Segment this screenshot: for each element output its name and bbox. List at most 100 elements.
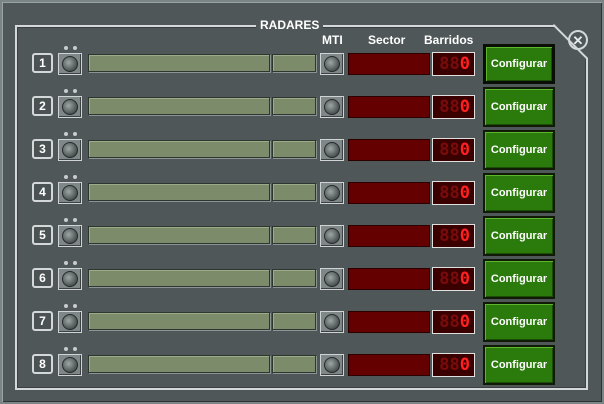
sector-display [348, 53, 430, 75]
mti-toggle-button[interactable] [320, 311, 344, 333]
status-leds [64, 347, 80, 351]
status-led [73, 218, 77, 222]
knob-icon [62, 271, 78, 287]
knob-icon [62, 314, 78, 330]
sector-display [348, 96, 430, 118]
radar-number: 3 [32, 139, 53, 159]
radar-toggle-button[interactable] [58, 268, 82, 290]
sweeps-display: 88 0 [432, 181, 475, 205]
mti-toggle-button[interactable] [320, 354, 344, 376]
radar-toggle-button[interactable] [58, 225, 82, 247]
configure-button[interactable]: Configurar [483, 44, 555, 84]
radar-status-bar [88, 140, 270, 158]
status-leds [64, 132, 80, 136]
sweeps-value: 0 [459, 54, 470, 74]
radar-toggle-button[interactable] [58, 96, 82, 118]
mti-toggle-button[interactable] [320, 96, 344, 118]
sweeps-display: 88 0 [432, 138, 475, 162]
status-led [73, 132, 77, 136]
radar-status-bar [88, 54, 270, 72]
sector-display [348, 139, 430, 161]
radar-row: 3 88 0 Configurar [2, 130, 604, 175]
radar-toggle-button[interactable] [58, 139, 82, 161]
status-led [73, 261, 77, 265]
column-header-mti: MTI [322, 33, 343, 47]
radar-toggle-button[interactable] [58, 354, 82, 376]
radar-row: 6 88 0 Configurar [2, 259, 604, 304]
knob-icon [324, 271, 340, 287]
radar-number: 4 [32, 182, 53, 202]
status-led [73, 304, 77, 308]
knob-icon [62, 228, 78, 244]
knob-icon [62, 185, 78, 201]
sweeps-ghost-digits: 88 [439, 54, 460, 74]
status-led [64, 132, 68, 136]
status-led [64, 347, 68, 351]
sweeps-display: 88 0 [432, 224, 475, 248]
column-header-sector: Sector [368, 33, 406, 47]
status-led [64, 175, 68, 179]
sweeps-value: 0 [459, 183, 470, 203]
radar-toggle-button[interactable] [58, 182, 82, 204]
knob-icon [324, 314, 340, 330]
sweeps-value: 0 [459, 140, 470, 160]
radar-number: 6 [32, 268, 53, 288]
status-leds [64, 175, 80, 179]
sweeps-ghost-digits: 88 [439, 97, 460, 117]
knob-icon [62, 56, 78, 72]
sweeps-ghost-digits: 88 [439, 312, 460, 332]
radar-status-bar-small [272, 140, 316, 158]
radar-status-bar-small [272, 183, 316, 201]
radar-toggle-button[interactable] [58, 311, 82, 333]
knob-icon [324, 56, 340, 72]
mti-toggle-button[interactable] [320, 182, 344, 204]
radar-toggle-button[interactable] [58, 53, 82, 75]
column-header-sweeps: Barridos [424, 33, 474, 47]
mti-toggle-button[interactable] [320, 139, 344, 161]
status-led [64, 304, 68, 308]
status-leds [64, 218, 80, 222]
radar-row: 2 88 0 Configurar [2, 87, 604, 132]
radar-status-bar [88, 226, 270, 244]
status-led [64, 261, 68, 265]
sector-display [348, 354, 430, 376]
radar-status-bar-small [272, 226, 316, 244]
radar-row: 5 88 0 Configurar [2, 216, 604, 261]
configure-button[interactable]: Configurar [483, 87, 555, 127]
radar-row: 8 88 0 Configurar [2, 345, 604, 390]
sector-display [348, 182, 430, 204]
status-led [73, 89, 77, 93]
mti-toggle-button[interactable] [320, 268, 344, 290]
status-led [73, 175, 77, 179]
sweeps-display: 88 0 [432, 52, 475, 76]
radar-number: 5 [32, 225, 53, 245]
sweeps-value: 0 [459, 226, 470, 246]
radar-status-bar-small [272, 312, 316, 330]
knob-icon [324, 185, 340, 201]
configure-button[interactable]: Configurar [483, 216, 555, 256]
mti-toggle-button[interactable] [320, 225, 344, 247]
configure-button[interactable]: Configurar [483, 130, 555, 170]
radar-status-bar-small [272, 97, 316, 115]
status-led [64, 46, 68, 50]
configure-button[interactable]: Configurar [483, 302, 555, 342]
radar-status-bar [88, 97, 270, 115]
radar-status-bar [88, 269, 270, 287]
radar-number: 2 [32, 96, 53, 116]
sweeps-ghost-digits: 88 [439, 269, 460, 289]
configure-button[interactable]: Configurar [483, 345, 555, 385]
status-led [64, 218, 68, 222]
knob-icon [324, 228, 340, 244]
mti-toggle-button[interactable] [320, 53, 344, 75]
radar-row: 7 88 0 Configurar [2, 302, 604, 347]
radar-row: 4 88 0 Configurar [2, 173, 604, 218]
configure-button[interactable]: Configurar [483, 173, 555, 213]
radar-row: 1 88 0 Configurar [2, 44, 604, 89]
status-led [64, 89, 68, 93]
sweeps-ghost-digits: 88 [439, 183, 460, 203]
radar-status-bar [88, 312, 270, 330]
configure-button[interactable]: Configurar [483, 259, 555, 299]
sweeps-value: 0 [459, 312, 470, 332]
status-leds [64, 304, 80, 308]
knob-icon [62, 357, 78, 373]
